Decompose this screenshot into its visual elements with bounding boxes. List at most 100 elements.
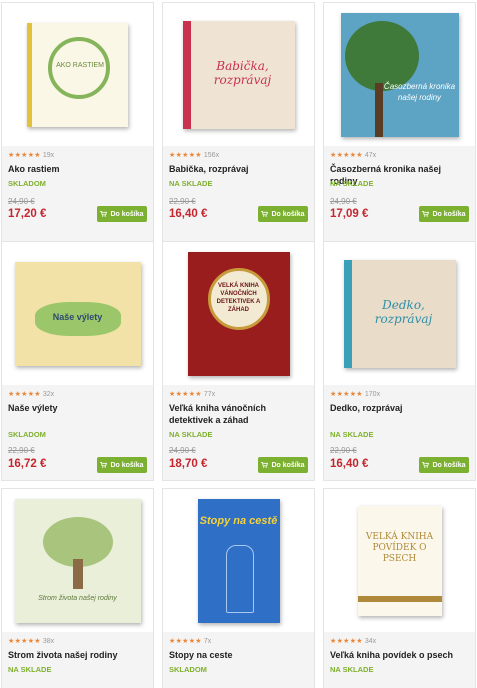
stars-icon: ★★★★★	[8, 152, 41, 159]
stock-status: NA SKLADE	[169, 430, 213, 439]
stars-icon: ★★★★★	[169, 638, 202, 645]
price: 17,20 €	[8, 208, 47, 220]
cover-title: Strom života našej rodiny	[38, 594, 117, 602]
product-title[interactable]: Veľká kniha vánočních detektivek a záhad	[169, 402, 309, 426]
cover-title: VELKÁ KNIHA VÁNOČNÍCH DETEKTIVEK A ZÁHAD	[216, 282, 261, 313]
stock-status: SKLADOM	[8, 430, 46, 439]
stock-status: NA SKLADE	[8, 665, 52, 674]
product-card[interactable]: Dedko, rozprávaj ★★★★★ 170x Dedko, rozprá…	[323, 241, 476, 481]
stars-icon: ★★★★★	[8, 638, 41, 645]
old-price: 24,90 €	[8, 197, 35, 206]
product-title[interactable]: Dedko, rozprávaj	[330, 402, 470, 414]
cover-title: AKO RASTIEM	[56, 61, 104, 69]
product-image[interactable]: Naše výlety	[2, 242, 153, 385]
old-price: 22,90 €	[330, 446, 357, 455]
product-image[interactable]: Časozberná kronika našej rodiny	[324, 3, 475, 146]
product-title[interactable]: Naše výlety	[8, 402, 148, 414]
product-image[interactable]: VELKÁ KNIHA VÁNOČNÍCH DETEKTIVEK A ZÁHAD	[163, 242, 314, 385]
product-card[interactable]: AKO RASTIEM ★★★★★ 19x Ako rastiem SKLADOM…	[1, 2, 154, 242]
cart-icon	[100, 211, 108, 217]
rating: ★★★★★ 19x	[8, 151, 55, 160]
cover-title: Časozberná kronika našej rodiny	[383, 81, 456, 102]
button-label: Do košíka	[110, 461, 144, 469]
cart-icon	[261, 462, 269, 468]
price: 16,40 €	[330, 458, 369, 470]
cover-title: Naše výlety	[52, 311, 103, 322]
add-to-cart-button[interactable]: Do košíka	[97, 206, 147, 222]
old-price: 24,90 €	[330, 197, 357, 206]
button-label: Do košíka	[432, 461, 466, 469]
rating: ★★★★★ 7x	[169, 637, 212, 646]
price: 18,70 €	[169, 458, 208, 470]
review-count: 38x	[42, 637, 55, 645]
product-title[interactable]: Stopy na ceste	[169, 649, 309, 661]
stock-status: SKLADOM	[169, 665, 207, 674]
stock-status: NA SKLADE	[330, 179, 374, 188]
add-to-cart-button[interactable]: Do košíka	[258, 206, 308, 222]
book-cover: VELKÁ KNIHA POVÍDEK O PSECH	[357, 505, 442, 616]
product-card[interactable]: Časozberná kronika našej rodiny ★★★★★ 47x…	[323, 2, 476, 242]
cart-icon	[261, 211, 269, 217]
button-label: Do košíka	[271, 461, 305, 469]
book-cover: VELKÁ KNIHA VÁNOČNÍCH DETEKTIVEK A ZÁHAD	[187, 251, 290, 376]
rating: ★★★★★ 32x	[8, 390, 55, 399]
stars-icon: ★★★★★	[330, 391, 363, 398]
book-cover: Naše výlety	[14, 261, 141, 366]
old-price: 24,90 €	[169, 446, 196, 455]
product-title[interactable]: Babička, rozprávaj	[169, 163, 309, 175]
stock-status: SKLADOM	[8, 179, 46, 188]
stock-status: NA SKLADE	[169, 179, 213, 188]
product-card[interactable]: Naše výlety ★★★★★ 32x Naše výlety SKLADOM…	[1, 241, 154, 481]
product-card[interactable]: VELKÁ KNIHA POVÍDEK O PSECH ★★★★★ 34x Veľ…	[323, 488, 476, 688]
review-count: 47x	[364, 151, 377, 159]
product-image[interactable]: Babička, rozprávaj	[163, 3, 314, 146]
product-card[interactable]: VELKÁ KNIHA VÁNOČNÍCH DETEKTIVEK A ZÁHAD…	[162, 241, 315, 481]
review-count: 170x	[364, 390, 381, 398]
book-cover: Babička, rozprávaj	[182, 20, 295, 129]
cover-title: VELKÁ KNIHA POVÍDEK O PSECH	[365, 531, 434, 564]
book-cover: Stopy na cestě	[197, 498, 280, 623]
product-card[interactable]: Babička, rozprávaj ★★★★★ 156x Babička, ro…	[162, 2, 315, 242]
add-to-cart-button[interactable]: Do košíka	[419, 206, 469, 222]
review-count: 19x	[42, 151, 55, 159]
cart-icon	[422, 462, 430, 468]
stars-icon: ★★★★★	[169, 391, 202, 398]
rating: ★★★★★ 170x	[330, 390, 381, 399]
stars-icon: ★★★★★	[330, 638, 363, 645]
rating: ★★★★★ 34x	[330, 637, 377, 646]
price: 16,72 €	[8, 458, 47, 470]
product-image[interactable]: VELKÁ KNIHA POVÍDEK O PSECH	[324, 489, 475, 632]
button-label: Do košíka	[432, 210, 466, 218]
rating: ★★★★★ 47x	[330, 151, 377, 160]
stock-status: NA SKLADE	[330, 665, 374, 674]
book-cover: Dedko, rozprávaj	[343, 259, 456, 368]
product-image[interactable]: Strom života našej rodiny	[2, 489, 153, 632]
add-to-cart-button[interactable]: Do košíka	[258, 457, 308, 473]
add-to-cart-button[interactable]: Do košíka	[419, 457, 469, 473]
review-count: 7x	[203, 637, 212, 645]
product-image[interactable]: AKO RASTIEM	[2, 3, 153, 146]
product-title[interactable]: Strom života našej rodiny	[8, 649, 148, 661]
review-count: 32x	[42, 390, 55, 398]
stock-status: NA SKLADE	[330, 430, 374, 439]
button-label: Do košíka	[271, 210, 305, 218]
add-to-cart-button[interactable]: Do košíka	[97, 457, 147, 473]
product-image[interactable]: Dedko, rozprávaj	[324, 242, 475, 385]
cart-icon	[422, 211, 430, 217]
product-card[interactable]: Strom života našej rodiny ★★★★★ 38x Strom…	[1, 488, 154, 688]
cart-icon	[100, 462, 108, 468]
stars-icon: ★★★★★	[169, 152, 202, 159]
product-title[interactable]: Ako rastiem	[8, 163, 148, 175]
cover-title: Stopy na cestě	[199, 514, 278, 527]
button-label: Do košíka	[110, 210, 144, 218]
product-card[interactable]: Stopy na cestě ★★★★★ 7x Stopy na ceste SK…	[162, 488, 315, 688]
price: 17,09 €	[330, 208, 369, 220]
cover-title: Dedko, rozprávaj	[374, 297, 433, 326]
review-count: 156x	[203, 151, 220, 159]
old-price: 22,90 €	[8, 446, 35, 455]
stars-icon: ★★★★★	[8, 391, 41, 398]
product-image[interactable]: Stopy na cestě	[163, 489, 314, 632]
price: 16,40 €	[169, 208, 208, 220]
product-title[interactable]: Veľká kniha povídek o psech	[330, 649, 470, 661]
review-count: 34x	[364, 637, 377, 645]
